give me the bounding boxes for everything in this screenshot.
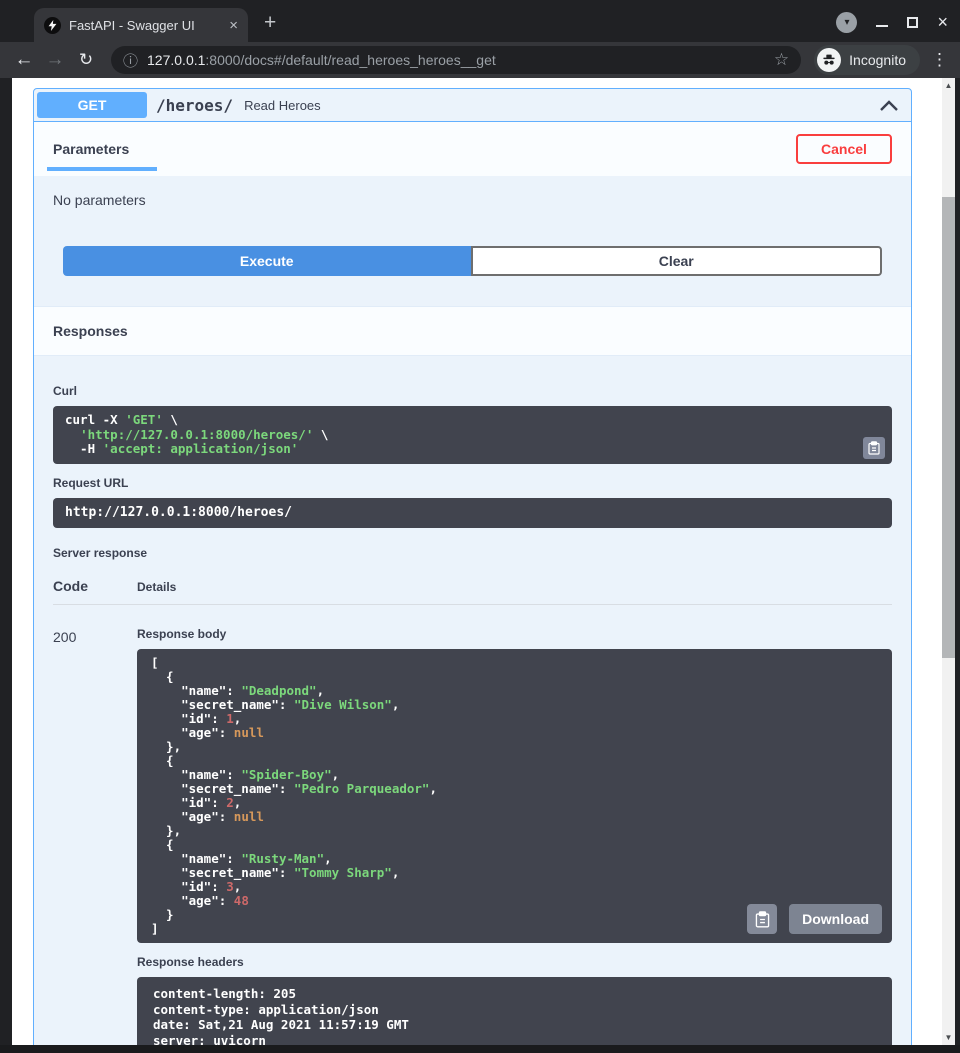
responses-body: Curl curl -X 'GET' \ 'http://127.0.0.1:8… — [34, 356, 911, 1045]
scroll-up-icon[interactable]: ▲ — [942, 78, 955, 93]
server-response-table: Code Details 200 Response body [ { "name… — [53, 578, 892, 1045]
request-url-block: http://127.0.0.1:8000/heroes/ — [53, 498, 892, 529]
browser-tab[interactable]: FastAPI - Swagger UI × — [34, 8, 248, 42]
opblock-get-heroes: GET /heroes/ Read Heroes Parameters Canc… — [33, 88, 912, 1045]
execute-button[interactable]: Execute — [63, 246, 471, 276]
clear-button[interactable]: Clear — [471, 246, 883, 276]
window-bottom-edge — [0, 1045, 960, 1053]
bookmark-star-icon[interactable]: ☆ — [774, 50, 789, 70]
response-body-code: [ { "name": "Deadpond", "secret_name": "… — [151, 656, 880, 936]
parameters-body: No parameters Execute Clear — [34, 176, 911, 276]
incognito-label: Incognito — [849, 52, 906, 68]
tab-bar: FastAPI - Swagger UI × + ▾ × — [0, 0, 960, 42]
response-body-label: Response body — [137, 627, 892, 641]
browser-menu-icon[interactable]: ⋮ — [931, 50, 948, 70]
page-viewport: GET /heroes/ Read Heroes Parameters Canc… — [12, 78, 955, 1045]
fastapi-favicon-icon — [44, 17, 61, 34]
table-header: Code Details — [53, 578, 892, 605]
url-path: :8000/docs#/default/read_heroes_heroes__… — [205, 52, 495, 68]
endpoint-summary: Read Heroes — [244, 98, 321, 113]
tab-close-icon[interactable]: × — [229, 18, 238, 33]
cancel-button[interactable]: Cancel — [796, 134, 892, 164]
incognito-badge: Incognito — [814, 45, 920, 75]
request-url-value: http://127.0.0.1:8000/heroes/ — [65, 506, 880, 521]
site-info-icon[interactable]: ⓘ — [123, 50, 138, 71]
server-response-label: Server response — [53, 546, 892, 560]
response-headers-code: content-length: 205 content-type: applic… — [153, 986, 876, 1045]
endpoint-path: /heroes/ — [156, 96, 233, 115]
maximize-button[interactable] — [907, 17, 918, 28]
response-details: Response body [ { "name": "Deadpond", "s… — [137, 627, 892, 1045]
incognito-icon — [817, 48, 841, 72]
no-parameters-text: No parameters — [53, 192, 892, 208]
details-column-header: Details — [137, 580, 176, 594]
scrollbar-thumb[interactable] — [942, 197, 955, 658]
collapse-chevron-icon[interactable] — [879, 99, 899, 112]
window-close-button[interactable]: × — [937, 13, 948, 31]
opblock-summary[interactable]: GET /heroes/ Read Heroes — [34, 89, 911, 122]
tab-parameters: Parameters — [53, 122, 129, 176]
url-bar[interactable]: ⓘ 127.0.0.1:8000/docs#/default/read_hero… — [111, 46, 801, 74]
profile-chevron-button[interactable]: ▾ — [836, 12, 857, 33]
new-tab-button[interactable]: + — [264, 11, 276, 35]
response-body-controls: Download — [747, 904, 882, 934]
reload-icon[interactable]: ↻ — [74, 50, 98, 70]
response-body-block: [ { "name": "Deadpond", "secret_name": "… — [137, 649, 892, 943]
responses-section-header: Responses — [34, 306, 911, 356]
minimize-button[interactable] — [876, 25, 888, 27]
curl-label: Curl — [53, 384, 892, 398]
browser-toolbar: ← → ↻ ⓘ 127.0.0.1:8000/docs#/default/rea… — [0, 42, 960, 78]
code-column-header: Code — [53, 578, 137, 594]
response-headers-label: Response headers — [137, 955, 892, 969]
status-code: 200 — [53, 627, 137, 1045]
response-copy-button[interactable] — [747, 904, 777, 934]
back-icon[interactable]: ← — [12, 49, 36, 71]
execute-row: Execute Clear — [63, 246, 882, 276]
curl-code: curl -X 'GET' \ 'http://127.0.0.1:8000/h… — [65, 413, 880, 457]
curl-code-block: curl -X 'GET' \ 'http://127.0.0.1:8000/h… — [53, 406, 892, 464]
parameters-header: Parameters Cancel — [34, 122, 911, 176]
curl-copy-button[interactable] — [863, 437, 885, 459]
table-row: 200 Response body [ { "name": "Deadpond"… — [53, 627, 892, 1045]
scroll-down-icon[interactable]: ▼ — [942, 1030, 955, 1045]
request-url-label: Request URL — [53, 476, 892, 490]
scrollbar[interactable]: ▲ ▼ — [942, 78, 955, 1045]
method-badge: GET — [37, 92, 147, 118]
tab-title: FastAPI - Swagger UI — [69, 18, 221, 33]
url-text: 127.0.0.1:8000/docs#/default/read_heroes… — [147, 52, 765, 68]
forward-icon[interactable]: → — [43, 49, 67, 71]
url-host: 127.0.0.1 — [147, 52, 205, 68]
response-headers-block: content-length: 205 content-type: applic… — [137, 977, 892, 1045]
responses-title: Responses — [53, 323, 128, 339]
download-button[interactable]: Download — [789, 904, 882, 934]
